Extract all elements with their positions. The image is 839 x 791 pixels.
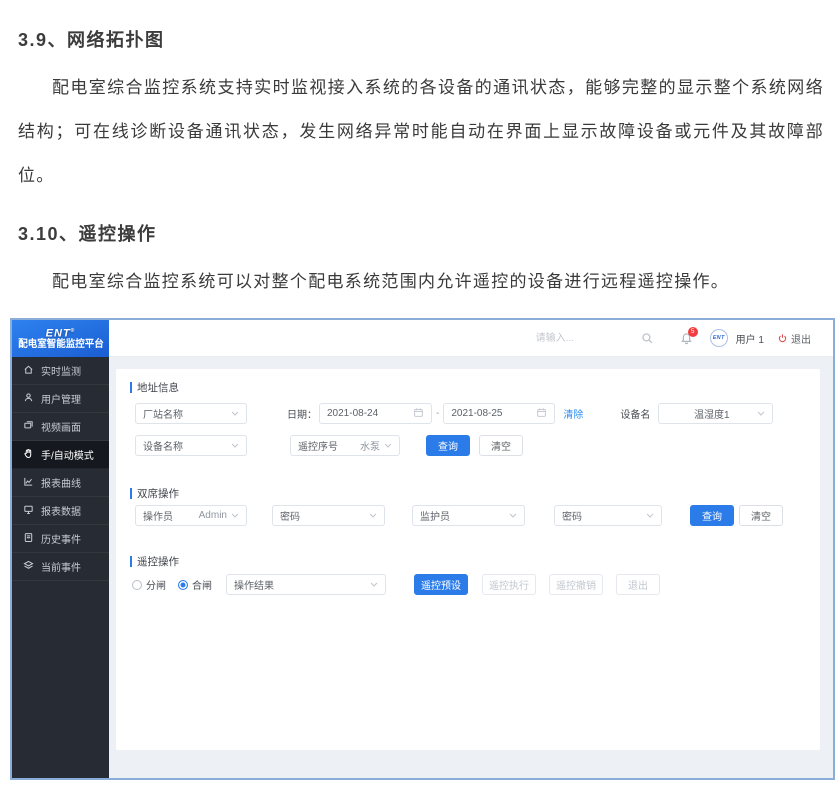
dual-reset-button[interactable]: 清空 bbox=[739, 505, 783, 526]
radio-close-switch[interactable]: 合闸 bbox=[178, 577, 212, 592]
notification-bell[interactable]: 5 bbox=[680, 332, 693, 345]
radio-checked-icon bbox=[178, 580, 188, 590]
doc-heading-3-10: 3.10、遥控操作 bbox=[18, 220, 824, 246]
logout-label: 退出 bbox=[791, 331, 811, 346]
sidebar-item-label: 报表曲线 bbox=[41, 475, 81, 490]
logout-button[interactable]: 退出 bbox=[777, 331, 811, 346]
radio-icon bbox=[132, 580, 142, 590]
chart-icon bbox=[23, 476, 34, 490]
address-row-1: 厂站名称 日期： 2021-08-24 - 2021-08-25 清除 设备名 bbox=[116, 403, 820, 424]
topbar: 5 ENT 用户 1 退出 bbox=[109, 320, 833, 357]
clear-dates-link[interactable]: 清除 bbox=[563, 406, 583, 421]
app-logo: ENT® 配电室智能监控平台 bbox=[12, 320, 109, 357]
sidebar-item-label: 手/自动模式 bbox=[41, 447, 94, 462]
notification-badge: 5 bbox=[688, 327, 698, 337]
guardian-select[interactable]: 监护员 bbox=[412, 505, 525, 526]
registered-mark: ® bbox=[71, 328, 76, 334]
operator-password-select[interactable]: 密码 bbox=[272, 505, 385, 526]
avatar-logo-text: ENT bbox=[713, 335, 725, 341]
doc-paragraph-3-9: 配电室综合监控系统支持实时监视接入系统的各设备的通讯状态，能够完整的显示整个系统… bbox=[18, 66, 824, 198]
doc-heading-3-9: 3.9、网络拓扑图 bbox=[18, 26, 824, 52]
layers-icon bbox=[23, 560, 34, 574]
section-bar bbox=[130, 488, 132, 499]
calendar-icon bbox=[413, 407, 424, 421]
sidebar-item-user-management[interactable]: 用户管理 bbox=[12, 385, 109, 413]
section-title-dual: 双席操作 bbox=[130, 487, 820, 499]
device-label: 设备名 bbox=[620, 406, 650, 421]
home-icon bbox=[23, 364, 34, 378]
station-name-select[interactable]: 厂站名称 bbox=[135, 403, 247, 424]
radio-open-switch[interactable]: 分闸 bbox=[132, 577, 166, 592]
chevron-down-icon bbox=[646, 510, 654, 521]
chevron-down-icon bbox=[509, 510, 517, 521]
remote-revoke-button[interactable]: 遥控撤销 bbox=[549, 574, 603, 595]
date-from-input[interactable]: 2021-08-24 bbox=[319, 403, 432, 424]
username: 用户 1 bbox=[736, 331, 764, 346]
sidebar-item-label: 视频画面 bbox=[41, 419, 81, 434]
hand-icon bbox=[23, 448, 34, 462]
app-screenshot-frame: ENT® 配电室智能监控平台 实时监测 用户管理 视频画面 手/自动模式 bbox=[10, 318, 835, 780]
sidebar-item-manual-auto-mode[interactable]: 手/自动模式 bbox=[12, 441, 109, 469]
sidebar-item-video-view[interactable]: 视频画面 bbox=[12, 413, 109, 441]
date-label: 日期： bbox=[287, 406, 317, 421]
sidebar-item-label: 用户管理 bbox=[41, 391, 81, 406]
sidebar-item-realtime-monitor[interactable]: 实时监测 bbox=[12, 357, 109, 385]
section-bar bbox=[130, 556, 132, 567]
sidebar-item-label: 报表数据 bbox=[41, 503, 81, 518]
avatar[interactable]: ENT bbox=[710, 329, 728, 347]
video-icon bbox=[23, 420, 34, 434]
user-icon bbox=[23, 392, 34, 406]
sidebar-item-label: 历史事件 bbox=[41, 531, 81, 546]
sidebar-item-report-data[interactable]: 报表数据 bbox=[12, 497, 109, 525]
chevron-down-icon bbox=[231, 408, 239, 419]
device-select[interactable]: 温湿度1 bbox=[658, 403, 773, 424]
chevron-down-icon bbox=[369, 510, 377, 521]
sidebar-item-label: 实时监测 bbox=[41, 363, 81, 378]
guardian-password-select[interactable]: 密码 bbox=[554, 505, 662, 526]
section-title-remote: 遥控操作 bbox=[130, 555, 820, 567]
search-input[interactable] bbox=[534, 332, 641, 345]
section-bar bbox=[130, 382, 132, 393]
remote-preset-button[interactable]: 遥控预设 bbox=[414, 574, 468, 595]
dual-query-button[interactable]: 查询 bbox=[690, 505, 734, 526]
ent-brand-logo: ENT® bbox=[46, 326, 76, 340]
remote-serial-select[interactable]: 遥控序号 水泵 bbox=[290, 435, 400, 456]
address-reset-button[interactable]: 清空 bbox=[479, 435, 523, 456]
sidebar-item-report-curve[interactable]: 报表曲线 bbox=[12, 469, 109, 497]
operation-result-select[interactable]: 操作结果 bbox=[226, 574, 386, 595]
address-row-2: 设备名称 遥控序号 水泵 查询 清空 bbox=[116, 435, 820, 456]
date-separator: - bbox=[436, 408, 439, 419]
sidebar: ENT® 配电室智能监控平台 实时监测 用户管理 视频画面 手/自动模式 bbox=[12, 320, 109, 778]
doc-paragraph-3-10: 配电室综合监控系统可以对整个配电系统范围内允许遥控的设备进行远程遥控操作。 bbox=[18, 260, 824, 304]
chevron-down-icon bbox=[231, 440, 239, 451]
sidebar-menu: 实时监测 用户管理 视频画面 手/自动模式 报表曲线 报表数据 bbox=[12, 357, 109, 581]
content-area: 地址信息 厂站名称 日期： 2021-08-24 - 2021-08-25 bbox=[109, 357, 833, 778]
operator-select[interactable]: 操作员 Admin bbox=[135, 505, 247, 526]
sidebar-item-label: 当前事件 bbox=[41, 559, 81, 574]
form-card: 地址信息 厂站名称 日期： 2021-08-24 - 2021-08-25 bbox=[116, 369, 820, 750]
date-to-input[interactable]: 2021-08-25 bbox=[443, 403, 555, 424]
calendar-icon bbox=[536, 407, 547, 421]
dual-row: 操作员 Admin 密码 监护员 密码 bbox=[116, 505, 820, 526]
device-name-select[interactable]: 设备名称 bbox=[135, 435, 247, 456]
remote-row: 分闸 合闸 操作结果 遥控预设 遥控执行 遥控撤销 退出 bbox=[116, 574, 820, 595]
platform-name: 配电室智能监控平台 bbox=[18, 339, 104, 351]
sidebar-item-history-events[interactable]: 历史事件 bbox=[12, 525, 109, 553]
chevron-down-icon bbox=[757, 408, 765, 419]
main-area: 5 ENT 用户 1 退出 地址信息 厂站名称 bbox=[109, 320, 833, 778]
chevron-down-icon bbox=[370, 579, 378, 590]
history-icon bbox=[23, 532, 34, 546]
monitor-icon bbox=[23, 504, 34, 518]
document-page: 3.9、网络拓扑图 配电室综合监控系统支持实时监视接入系统的各设备的通讯状态，能… bbox=[0, 0, 839, 304]
global-search bbox=[534, 332, 654, 345]
address-query-button[interactable]: 查询 bbox=[426, 435, 470, 456]
chevron-down-icon bbox=[231, 510, 239, 521]
power-icon bbox=[777, 333, 788, 344]
chevron-down-icon bbox=[384, 440, 392, 451]
remote-exit-button[interactable]: 退出 bbox=[616, 574, 660, 595]
remote-execute-button[interactable]: 遥控执行 bbox=[482, 574, 536, 595]
sidebar-item-current-events[interactable]: 当前事件 bbox=[12, 553, 109, 581]
section-title-address: 地址信息 bbox=[130, 381, 820, 393]
search-icon[interactable] bbox=[641, 332, 654, 345]
